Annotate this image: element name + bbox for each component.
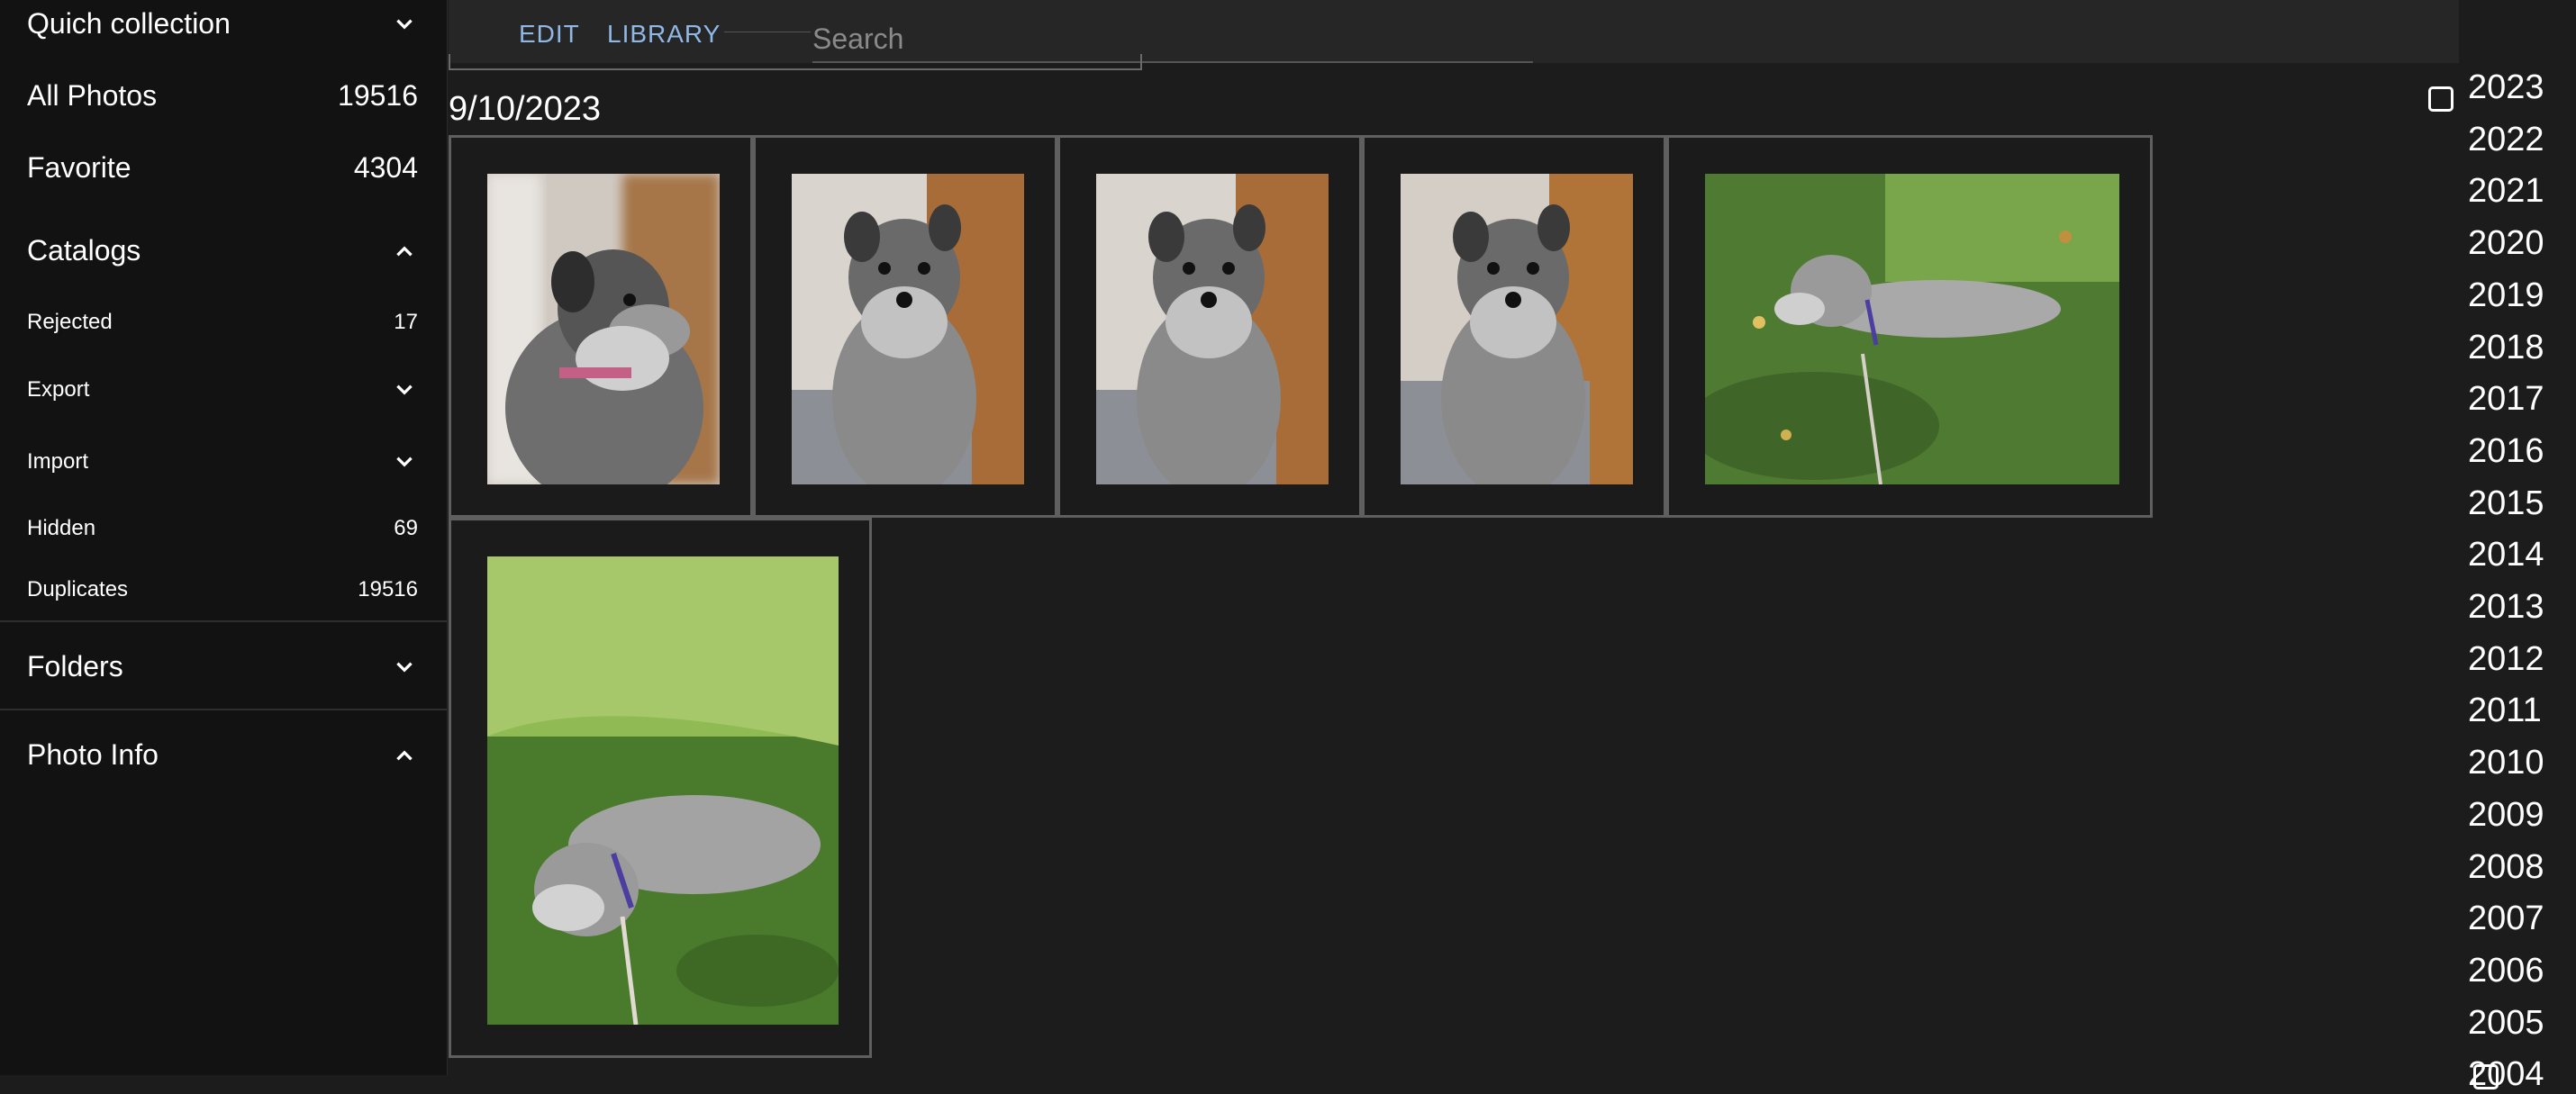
year-item[interactable]: 2005 <box>2468 1004 2544 1043</box>
sidebar-item-count: 69 <box>394 516 418 540</box>
photo-image <box>792 174 1024 484</box>
photo-thumbnail[interactable] <box>1057 135 1362 518</box>
sidebar-item-duplicates[interactable]: Duplicates 19516 <box>27 577 418 602</box>
sidebar-item-label: Export <box>27 377 90 402</box>
sidebar-item-count: 4304 <box>353 151 418 184</box>
sidebar-item-hidden[interactable]: Hidden 69 <box>27 516 418 541</box>
catalogs-header[interactable]: Catalogs <box>27 234 418 267</box>
year-item[interactable]: 2008 <box>2468 848 2544 887</box>
sidebar-item-export[interactable]: Export <box>27 376 418 403</box>
photo-image <box>1401 174 1633 484</box>
divider <box>0 709 447 710</box>
sidebar-item-label: Hidden <box>27 516 96 540</box>
sidebar-item-count: 19516 <box>358 577 418 601</box>
date-group-header: 9/10/2023 <box>449 90 602 128</box>
quick-collection-label: Quich collection <box>27 7 231 40</box>
photo-image <box>1705 174 2119 484</box>
year-item[interactable]: 2012 <box>2468 640 2544 679</box>
chevron-up-icon[interactable] <box>391 238 418 265</box>
chevron-down-icon[interactable] <box>391 11 418 38</box>
sidebar-item-label: Import <box>27 449 89 474</box>
photo-info-header[interactable]: Photo Info <box>27 738 418 772</box>
sidebar-item-label: Rejected <box>27 310 113 334</box>
photo-thumbnail[interactable] <box>449 135 753 518</box>
year-item[interactable]: 2007 <box>2468 900 2544 938</box>
year-item[interactable]: 2006 <box>2468 952 2544 990</box>
sidebar-item-count: 19516 <box>338 79 418 112</box>
year-item[interactable]: 2015 <box>2468 484 2544 523</box>
sidebar-item-label: Favorite <box>27 151 132 184</box>
photo-thumbnail[interactable] <box>1666 135 2153 518</box>
chevron-down-icon[interactable] <box>391 654 418 681</box>
tab-library[interactable]: LIBRARY <box>607 20 721 49</box>
year-item[interactable]: 2019 <box>2468 276 2544 315</box>
year-item[interactable]: 2013 <box>2468 588 2544 627</box>
sidebar-item-rejected[interactable]: Rejected 17 <box>27 310 418 335</box>
chevron-down-icon[interactable] <box>391 448 418 475</box>
year-item[interactable]: 2023 <box>2468 68 2544 107</box>
year-item[interactable]: 2014 <box>2468 536 2544 574</box>
divider <box>0 620 447 622</box>
tab-edit[interactable]: EDIT <box>519 20 580 49</box>
toolbar-underline <box>449 54 1142 70</box>
sidebar-item-label: Duplicates <box>27 577 129 601</box>
year-item[interactable]: 2017 <box>2468 380 2544 419</box>
checkbox[interactable] <box>2473 1064 2499 1089</box>
sidebar-item-label: All Photos <box>27 79 158 112</box>
year-item[interactable]: 2022 <box>2468 121 2544 159</box>
catalogs-label: Catalogs <box>27 234 141 267</box>
year-item[interactable]: 2020 <box>2468 224 2544 263</box>
photo-image <box>1096 174 1329 484</box>
year-item[interactable]: 2010 <box>2468 744 2544 782</box>
folders-label: Folders <box>27 650 123 683</box>
photo-thumbnail[interactable] <box>1362 135 1666 518</box>
folders-header[interactable]: Folders <box>27 650 418 683</box>
year-item[interactable]: 2018 <box>2468 329 2544 367</box>
select-all-checkbox[interactable] <box>2428 86 2454 112</box>
photo-image <box>487 556 839 1025</box>
year-item[interactable]: 2021 <box>2468 172 2544 211</box>
sidebar-item-all-photos[interactable]: All Photos 19516 <box>27 79 418 113</box>
photo-image <box>487 174 720 484</box>
sidebar-item-count: 17 <box>394 310 418 334</box>
sidebar-item-import[interactable]: Import <box>27 448 418 475</box>
year-item[interactable]: 2016 <box>2468 432 2544 471</box>
photo-thumbnail[interactable] <box>753 135 1057 518</box>
chevron-down-icon[interactable] <box>391 376 418 403</box>
quick-collection-header[interactable]: Quich collection <box>27 7 418 41</box>
year-item[interactable]: 2011 <box>2468 692 2542 730</box>
photo-info-label: Photo Info <box>27 738 159 771</box>
year-item[interactable]: 2009 <box>2468 796 2544 835</box>
photo-thumbnail[interactable] <box>449 518 872 1058</box>
sidebar: Quich collection All Photos 19516 Favori… <box>0 0 448 1075</box>
chevron-up-icon[interactable] <box>391 742 418 769</box>
sidebar-item-favorite[interactable]: Favorite 4304 <box>27 151 418 185</box>
